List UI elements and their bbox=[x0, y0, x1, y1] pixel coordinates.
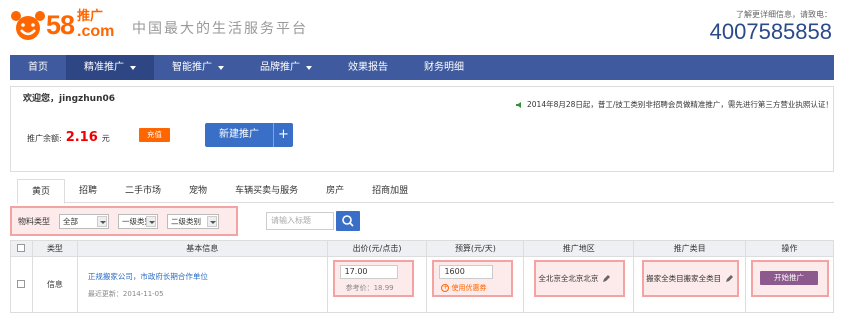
type-cell: 信息 bbox=[31, 256, 78, 313]
search-button[interactable] bbox=[336, 211, 360, 231]
notice-text: 2014年8月28日起，普工/技工类别非招聘会员做精准推广，需先进行第三方营业执… bbox=[527, 100, 833, 109]
balance: 推广余额: 2.16 元 bbox=[27, 130, 110, 145]
region-text: 全北京全北京北京 bbox=[538, 274, 599, 283]
promotion-table: 类型 基本信息 出价(元/点击) 预算(元/天) 推广地区 推广类目 操作 信息… bbox=[10, 240, 834, 313]
tab-vehicles[interactable]: 车辆买卖与服务 bbox=[221, 179, 312, 203]
secondary-category-select[interactable]: 二级类别 bbox=[167, 214, 219, 229]
nav-item-label: 品牌推广 bbox=[260, 62, 300, 73]
welcome-text: 欢迎您，jingzhun06 bbox=[23, 94, 116, 104]
plus-icon: + bbox=[273, 123, 293, 147]
nav-item-brand[interactable]: 品牌推广 bbox=[242, 55, 330, 80]
table-row: 信息 正规搬家公司，市政府长期合作单位 最近更新：2014-11-05 17.0… bbox=[10, 256, 834, 313]
use-coupon-link[interactable]: + 使用优惠券 bbox=[441, 283, 486, 293]
column-header: 出价(元/点击) bbox=[326, 240, 428, 257]
hotline-number: 4007585858 bbox=[709, 19, 832, 44]
tab-yellow-pages[interactable]: 黄页 bbox=[17, 179, 66, 204]
bid-input[interactable]: 17.00 bbox=[339, 265, 398, 279]
search-input[interactable]: 请输入标题 bbox=[266, 212, 334, 230]
nav-item-label: 首页 bbox=[28, 62, 48, 73]
row-select-cell bbox=[10, 256, 33, 313]
start-promotion-button[interactable]: 开始推广 bbox=[760, 271, 819, 285]
info-cell: 正规搬家公司，市政府长期合作单位 最近更新：2014-11-05 bbox=[76, 256, 328, 313]
bid-cell: 17.00 参考价：18.99 bbox=[326, 256, 428, 313]
nav-item-label: 效果报告 bbox=[348, 62, 388, 73]
nav-item-report[interactable]: 效果报告 bbox=[330, 55, 406, 80]
recharge-button[interactable]: 充值 bbox=[139, 128, 170, 142]
main-nav: 首页 精准推广 智能推广 品牌推广 效果报告 财务明细 bbox=[10, 55, 834, 80]
tab-pets[interactable]: 宠物 bbox=[175, 179, 221, 203]
column-header: 推广地区 bbox=[523, 240, 635, 257]
column-header: 预算(元/天) bbox=[426, 240, 525, 257]
slogan: 中国最大的生活服务平台 bbox=[132, 21, 308, 37]
category-text: 搬家全类目搬家全类目 bbox=[646, 274, 722, 283]
header: 58 推广 .com 中国最大的生活服务平台 了解更详细信息，请致电： 4007… bbox=[0, 0, 844, 52]
category-tabs: 黄页 招聘 二手市场 宠物 车辆买卖与服务 房产 招商加盟 bbox=[17, 179, 834, 204]
filter-bar: 物料类型 全部 一级类别 二级类别 bbox=[10, 206, 238, 236]
new-promotion-label: 新建推广 bbox=[219, 129, 259, 140]
notice: 2014年8月28日起，普工/技工类别非招聘会员做精准推广，需先进行第三方营业执… bbox=[516, 99, 833, 110]
balance-unit: 元 bbox=[101, 134, 110, 143]
column-header: 类型 bbox=[31, 240, 78, 257]
account-panel: 欢迎您，jingzhun06 2014年8月28日起，普工/技工类别非招聘会员做… bbox=[10, 86, 834, 172]
nav-item-finance[interactable]: 财务明细 bbox=[406, 55, 482, 80]
budget-input[interactable]: 1600 bbox=[439, 265, 494, 279]
chevron-down-icon bbox=[218, 65, 224, 70]
tab-real-estate[interactable]: 房产 bbox=[312, 179, 358, 203]
coupon-label: 使用优惠券 bbox=[451, 284, 487, 292]
nav-item-label: 财务明细 bbox=[424, 62, 464, 73]
nav-item-label: 精准推广 bbox=[84, 62, 124, 73]
edit-pencil-icon[interactable] bbox=[602, 274, 611, 283]
nav-item-label: 智能推广 bbox=[172, 62, 212, 73]
nav-item-precise[interactable]: 精准推广 bbox=[66, 55, 154, 80]
new-promotion-button[interactable]: 新建推广 + bbox=[205, 123, 293, 147]
hotline: 了解更详细信息，请致电： 4007585858 bbox=[710, 9, 832, 44]
select-value: 全部 bbox=[63, 217, 78, 226]
dropdown-arrow-icon bbox=[207, 216, 217, 227]
checkbox[interactable] bbox=[17, 279, 26, 288]
filter-label: 物料类型 bbox=[18, 217, 50, 226]
reference-price: 参考价：18.99 bbox=[345, 284, 394, 292]
category-cell: 搬家全类目搬家全类目 bbox=[633, 256, 747, 313]
edit-pencil-icon[interactable] bbox=[725, 274, 734, 283]
logo-tag: 推广 bbox=[77, 9, 104, 24]
logo[interactable]: 58 推广 .com bbox=[10, 8, 114, 42]
nav-item-smart[interactable]: 智能推广 bbox=[154, 55, 242, 80]
logo-mascot-icon bbox=[11, 11, 45, 40]
balance-value: 2.16 bbox=[65, 130, 98, 145]
balance-label: 推广余额: bbox=[27, 134, 62, 143]
checkbox[interactable] bbox=[17, 243, 26, 252]
dropdown-arrow-icon bbox=[146, 216, 156, 227]
table-header-row: 类型 基本信息 出价(元/点击) 预算(元/天) 推广地区 推广类目 操作 bbox=[10, 240, 834, 257]
action-cell: 开始推广 bbox=[745, 256, 834, 313]
tab-recruit[interactable]: 招聘 bbox=[65, 179, 111, 203]
dropdown-arrow-icon bbox=[97, 216, 107, 227]
region-value[interactable]: 全北京全北京北京 bbox=[538, 273, 611, 284]
region-cell: 全北京全北京北京 bbox=[523, 256, 635, 313]
budget-cell: 1600 + 使用优惠券 bbox=[426, 256, 525, 313]
chevron-down-icon bbox=[130, 65, 136, 70]
category-value[interactable]: 搬家全类目搬家全类目 bbox=[646, 273, 734, 284]
column-header: 基本信息 bbox=[76, 240, 328, 257]
listing-title-link[interactable]: 正规搬家公司，市政府长期合作单位 bbox=[88, 271, 327, 282]
nav-item-home[interactable]: 首页 bbox=[10, 55, 66, 80]
header-select-all[interactable] bbox=[10, 240, 33, 257]
search-icon bbox=[342, 215, 354, 227]
material-type-select[interactable]: 全部 bbox=[59, 214, 109, 229]
plus-circle-icon: + bbox=[441, 284, 450, 292]
primary-category-select[interactable]: 一级类别 bbox=[118, 214, 158, 229]
last-updated: 最近更新：2014-11-05 bbox=[87, 289, 164, 298]
column-header: 推广类目 bbox=[633, 240, 747, 257]
logo-domain: .com bbox=[77, 23, 115, 40]
column-header: 操作 bbox=[745, 240, 834, 257]
chevron-down-icon bbox=[306, 65, 312, 70]
tab-franchise[interactable]: 招商加盟 bbox=[358, 179, 422, 203]
speaker-icon bbox=[516, 101, 521, 108]
tab-second-hand[interactable]: 二手市场 bbox=[111, 179, 175, 203]
logo-number: 58 bbox=[46, 9, 75, 40]
select-value: 二级类别 bbox=[171, 217, 201, 226]
